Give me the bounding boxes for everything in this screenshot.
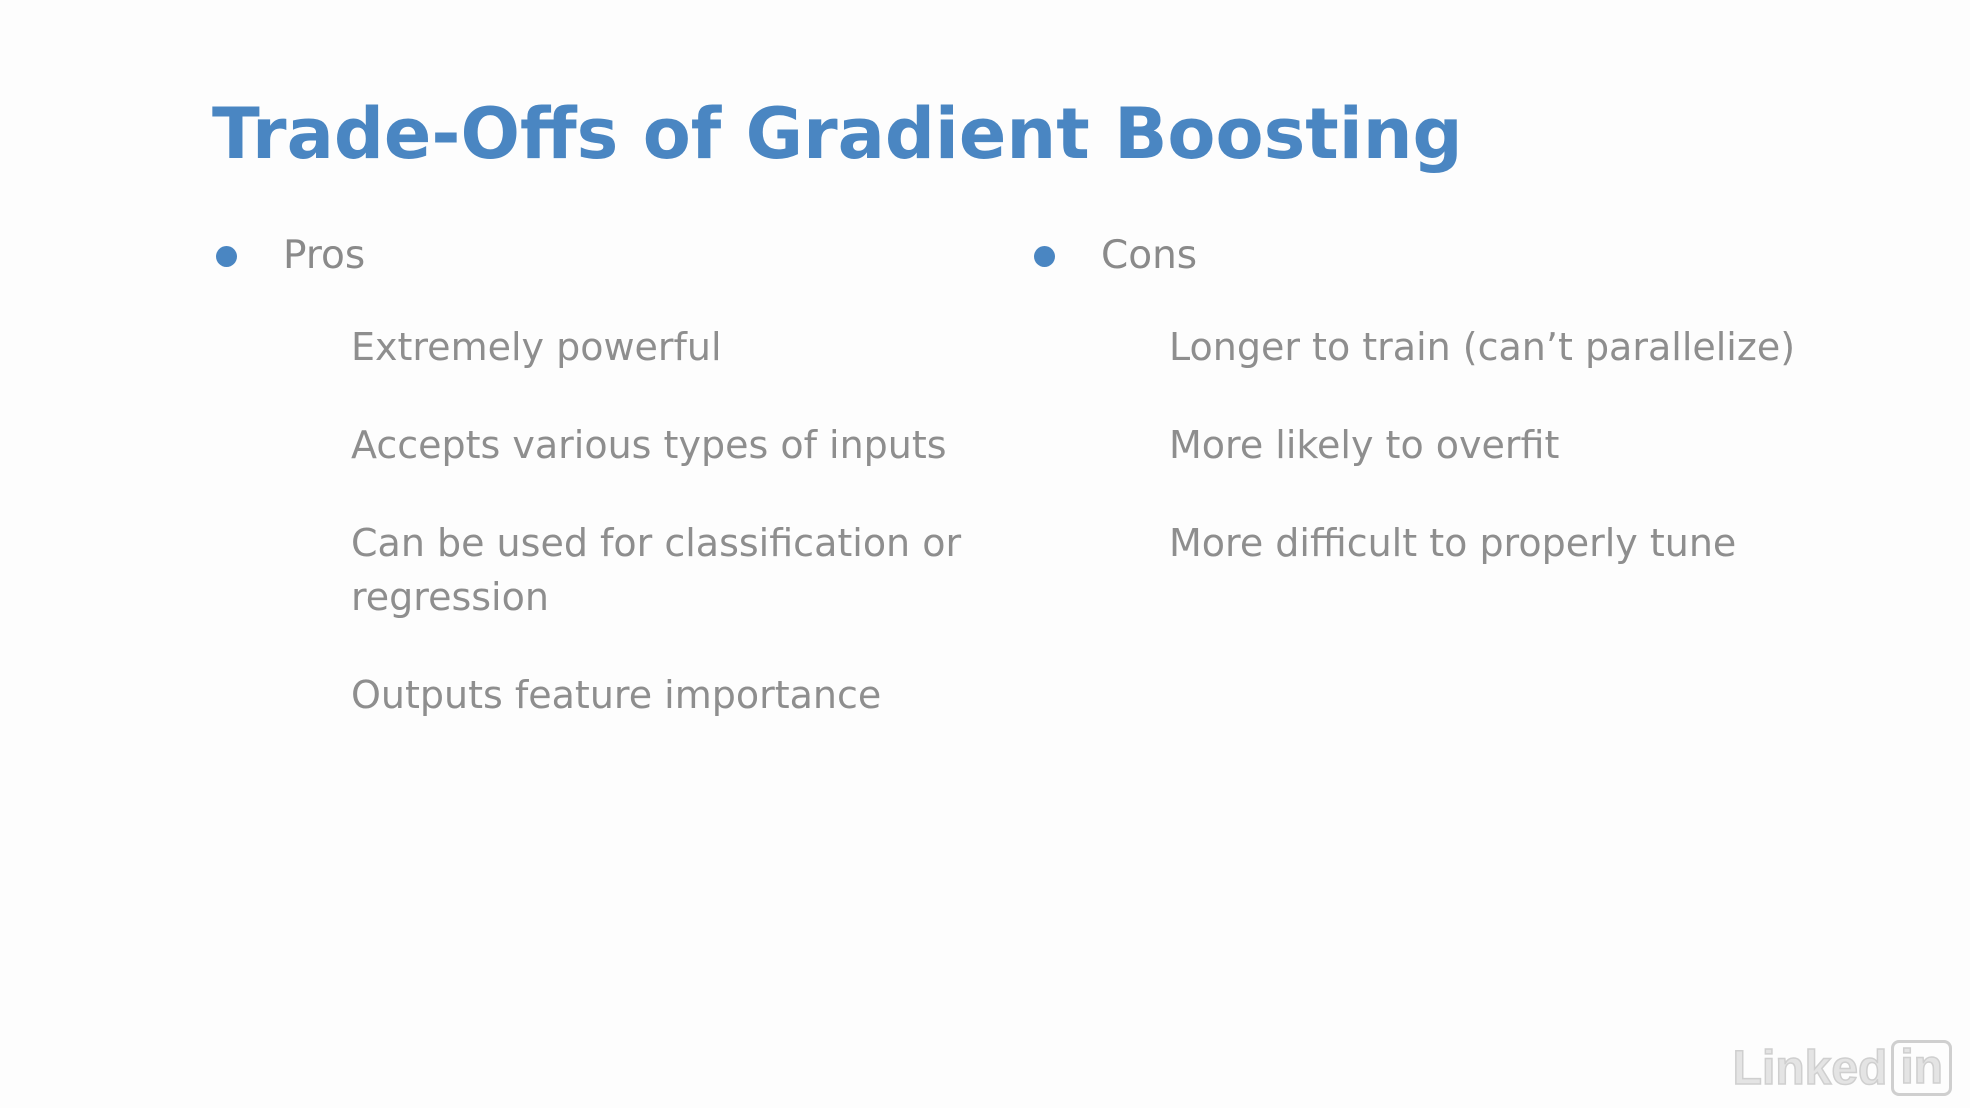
pros-item: Outputs feature importance: [351, 673, 882, 717]
cons-column: Cons Longer to train (can’t parallelize)…: [1030, 228, 1890, 614]
cons-item: More difficult to properly tune: [1169, 521, 1737, 565]
logo-brand-text: Linked: [1732, 1041, 1888, 1096]
pros-column: Pros Extremely powerful Accepts various …: [212, 228, 972, 766]
slide: Trade-Offs of Gradient Boosting Pros Ext…: [0, 0, 1970, 1108]
pros-heading: Pros: [212, 228, 972, 284]
pros-list: Extremely powerful Accepts various types…: [351, 320, 971, 722]
linkedin-logo-icon: Linked in: [1732, 1040, 1952, 1096]
cons-item: More likely to overfit: [1169, 423, 1560, 467]
cons-item: Longer to train (can’t parallelize): [1169, 325, 1796, 369]
bullet-dot-icon: [1034, 245, 1055, 267]
cons-list: Longer to train (can’t parallelize) More…: [1169, 320, 1869, 570]
pros-item: Can be used for classification or regres…: [351, 521, 962, 619]
cons-label: Cons: [1101, 233, 1198, 278]
pros-label: Pros: [283, 233, 366, 278]
bullet-dot-icon: [216, 245, 237, 267]
logo-brand-box: in: [1891, 1040, 1952, 1096]
slide-title: Trade-Offs of Gradient Boosting: [212, 93, 1463, 175]
pros-item: Extremely powerful: [351, 325, 722, 369]
cons-heading: Cons: [1030, 228, 1890, 284]
pros-item: Accepts various types of inputs: [351, 423, 947, 467]
